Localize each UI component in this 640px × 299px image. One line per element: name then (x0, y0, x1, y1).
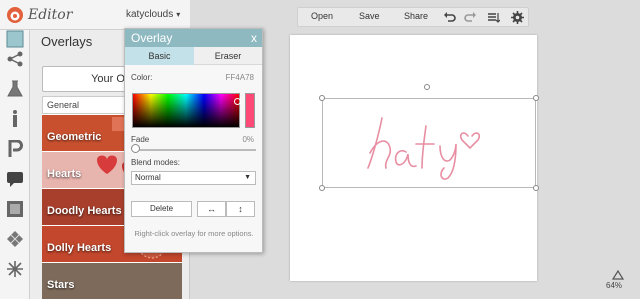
close-icon[interactable]: x (251, 29, 257, 47)
overlay-dialog: Overlay x Basic Eraser Color: FF4A78 Fad… (124, 28, 263, 253)
blend-mode-value: Normal (135, 173, 161, 182)
resize-handle[interactable] (319, 95, 325, 101)
username: katyclouds (126, 9, 174, 20)
texture-icon[interactable] (6, 230, 24, 248)
resize-handle[interactable] (533, 95, 539, 101)
panel-title: Overlays (41, 34, 93, 49)
network-icon[interactable] (6, 50, 24, 68)
resize-handle[interactable] (533, 185, 539, 191)
tool-rail (0, 30, 30, 299)
fade-slider-thumb[interactable] (131, 144, 140, 153)
tab-basic[interactable]: Basic (125, 47, 194, 65)
toolbar: Open Save Share (297, 7, 529, 27)
app-logo-icon (7, 7, 23, 23)
snowflake-icon[interactable] (6, 260, 24, 278)
flip-vertical-button[interactable]: ↕ (226, 201, 255, 217)
layers-icon[interactable] (487, 11, 500, 24)
delete-button[interactable]: Delete (131, 201, 192, 217)
speech-bubble-icon[interactable] (6, 170, 24, 188)
user-menu[interactable]: katyclouds ▾ (126, 9, 180, 20)
blend-mode-select[interactable]: Normal ▼ (131, 171, 256, 185)
zoom-level: 64% (606, 281, 623, 290)
fade-slider[interactable] (134, 149, 256, 151)
share-button[interactable]: Share (404, 11, 428, 21)
dialog-hint: Right-click overlay for more options. (134, 229, 254, 238)
category-label: Hearts (47, 168, 82, 180)
chevron-down-icon: ▼ (244, 174, 251, 181)
category-label: Dolly Hearts (47, 242, 112, 254)
flip-horizontal-button[interactable]: ↔ (197, 201, 226, 217)
fade-value: 0% (242, 135, 254, 144)
color-picker-knob[interactable] (234, 98, 241, 105)
category-label: Doodly Hearts (47, 205, 122, 217)
app-title: Editor (28, 7, 73, 23)
category-label: Geometric (47, 131, 102, 143)
dialog-header[interactable]: Overlay x (125, 29, 262, 47)
flask-icon[interactable] (6, 80, 24, 98)
top-bar: Editor katyclouds ▾ (0, 0, 190, 30)
frame-icon[interactable] (6, 200, 24, 218)
katy-handwriting-overlay (367, 117, 481, 180)
color-hex-value[interactable]: FF4A78 (226, 73, 254, 82)
save-button[interactable]: Save (359, 11, 380, 21)
blend-modes-label: Blend modes: (131, 158, 180, 167)
zoom-icon[interactable] (612, 270, 624, 280)
gear-icon[interactable] (511, 11, 524, 24)
tab-eraser[interactable]: Eraser (194, 47, 262, 65)
fade-label: Fade (131, 135, 150, 144)
dialog-title: Overlay (131, 31, 173, 45)
color-swatch[interactable] (245, 93, 255, 128)
chevron-down-icon: ▾ (176, 10, 181, 19)
robot-icon[interactable] (6, 30, 24, 48)
rotate-handle[interactable] (424, 84, 430, 90)
text-icon[interactable] (6, 110, 24, 128)
resize-handle[interactable] (319, 185, 325, 191)
p-icon[interactable] (6, 140, 24, 158)
color-label: Color: (131, 73, 153, 82)
category-label: Stars (47, 279, 75, 291)
redo-icon[interactable] (464, 11, 477, 24)
open-button[interactable]: Open (311, 11, 333, 21)
undo-icon[interactable] (443, 11, 456, 24)
category-tile-stars[interactable]: Stars (42, 262, 182, 299)
color-picker[interactable] (132, 93, 241, 128)
